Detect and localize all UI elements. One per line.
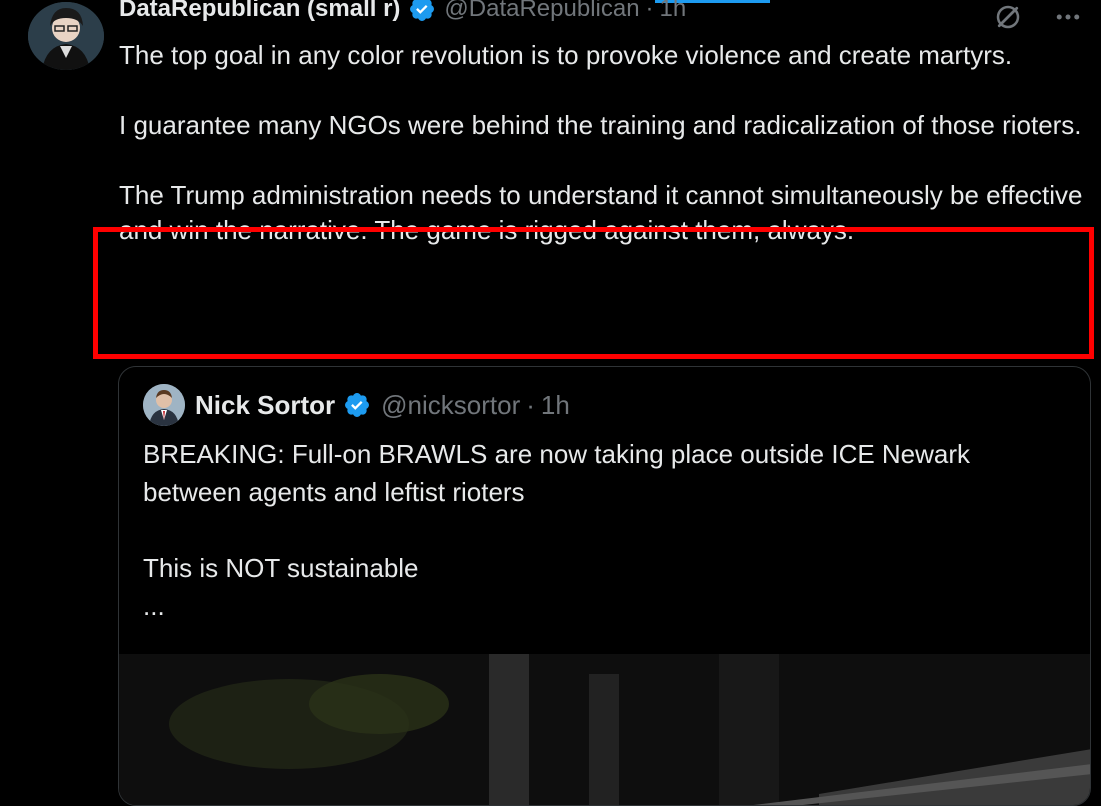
quoted-tweet-paragraph: This is NOT sustainable bbox=[143, 553, 419, 583]
quoted-tweet-video[interactable] bbox=[119, 654, 1090, 805]
separator-dot: · bbox=[645, 0, 654, 22]
tweet-paragraph: The top goal in any color revolution is … bbox=[119, 40, 1013, 70]
quoted-author-handle: @nicksortor bbox=[381, 389, 521, 420]
quoted-tweet-paragraph: BREAKING: Full-on BRAWLS are now taking … bbox=[143, 439, 971, 507]
author-handle[interactable]: @DataRepublican bbox=[444, 0, 639, 24]
quoted-tweet-header: Nick Sortor @nicksortor · 1h bbox=[143, 383, 570, 427]
quoted-author-display-name: Nick Sortor bbox=[195, 389, 336, 420]
tweet-header: DataRepublican (small r) @DataRepublican… bbox=[119, 0, 686, 24]
quoted-tweet-ellipsis: ... bbox=[143, 591, 165, 621]
verified-badge-icon bbox=[343, 391, 371, 419]
tweet-paragraph: I guarantee many NGOs were behind the tr… bbox=[119, 110, 1082, 140]
author-avatar[interactable] bbox=[28, 2, 104, 70]
quoted-author-avatar bbox=[143, 384, 185, 426]
grok-icon[interactable] bbox=[993, 2, 1023, 37]
highlight-annotation-box bbox=[93, 227, 1094, 359]
quoted-tweet-text: BREAKING: Full-on BRAWLS are now taking … bbox=[143, 435, 1063, 625]
separator-dot: · bbox=[526, 389, 535, 420]
more-icon[interactable] bbox=[1053, 2, 1083, 37]
author-display-name[interactable]: DataRepublican (small r) bbox=[119, 0, 400, 24]
verified-badge-icon[interactable] bbox=[408, 0, 436, 23]
quoted-tweet-time: 1h bbox=[540, 389, 570, 420]
tweet-header-actions bbox=[993, 2, 1083, 37]
tweet-text: The top goal in any color revolution is … bbox=[119, 38, 1094, 248]
tweet-time[interactable]: 1h bbox=[660, 0, 687, 24]
quoted-tweet-card[interactable]: Nick Sortor @nicksortor · 1h BREAKING: F… bbox=[118, 366, 1091, 806]
